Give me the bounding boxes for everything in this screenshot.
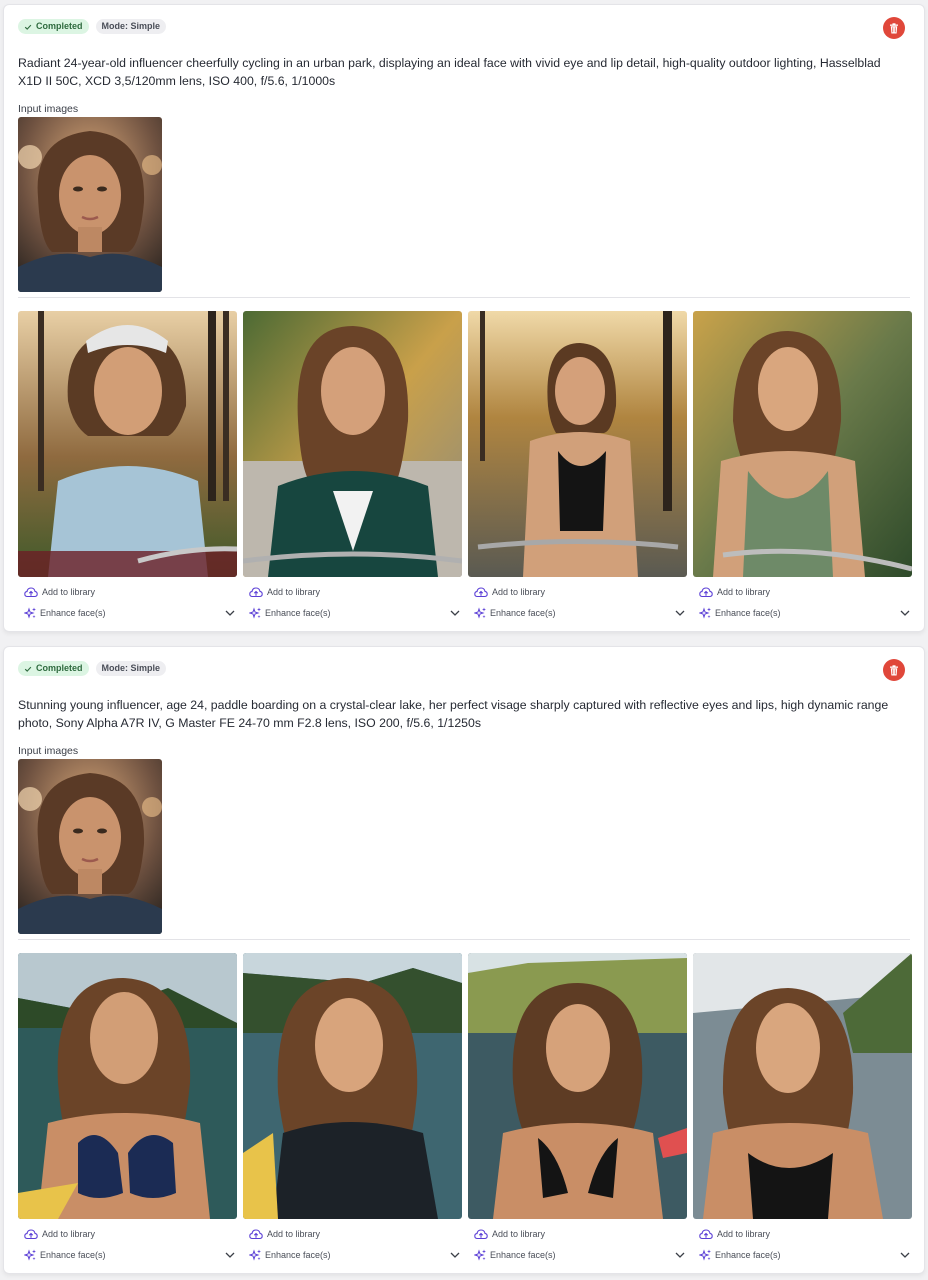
sparkles-icon: [249, 1249, 262, 1261]
job-badges: Completed Mode: Simple: [18, 19, 167, 34]
add-to-library-button[interactable]: Add to library: [693, 1227, 912, 1241]
sparkles-icon: [24, 607, 37, 619]
cloud-upload-icon: [249, 1228, 263, 1240]
cloud-upload-icon: [249, 586, 263, 598]
chevron-down-icon[interactable]: [448, 1248, 462, 1262]
job-card: Completed Mode: Simple Stunning young in…: [3, 646, 925, 1274]
enhance-faces-dropdown[interactable]: Enhance face(s): [243, 606, 462, 620]
prompt-text: Stunning young influencer, age 24, paddl…: [18, 698, 889, 730]
chevron-down-icon[interactable]: [898, 606, 912, 620]
input-image[interactable]: [18, 117, 162, 292]
prompt-text: Radiant 24-year-old influencer cheerfull…: [18, 56, 881, 88]
delete-button[interactable]: [883, 17, 905, 39]
output-item: Add to library Enhance face(s): [468, 311, 687, 620]
output-grid: Add to library Enhance face(s) Add to li…: [18, 953, 912, 1262]
status-badge: Completed: [18, 19, 89, 34]
add-to-library-button[interactable]: Add to library: [18, 585, 237, 599]
job-badges: Completed Mode: Simple: [18, 661, 167, 676]
cloud-upload-icon: [24, 586, 38, 598]
sparkles-icon: [249, 607, 262, 619]
add-to-library-button[interactable]: Add to library: [468, 1227, 687, 1241]
enhance-faces-dropdown[interactable]: Enhance face(s): [693, 606, 912, 620]
chevron-down-icon[interactable]: [898, 1248, 912, 1262]
output-item: Add to library Enhance face(s): [468, 953, 687, 1262]
output-grid: Add to library Enhance face(s) Add to li…: [18, 311, 912, 620]
output-image[interactable]: [468, 311, 687, 577]
output-image[interactable]: [468, 953, 687, 1219]
input-images-label: Input images: [18, 745, 79, 757]
chevron-down-icon[interactable]: [448, 606, 462, 620]
chevron-down-icon[interactable]: [673, 606, 687, 620]
trash-icon: [889, 22, 899, 34]
trash-icon: [889, 664, 899, 676]
output-image[interactable]: [18, 953, 237, 1219]
sparkles-icon: [24, 1249, 37, 1261]
chevron-down-icon[interactable]: [223, 606, 237, 620]
input-images-label: Input images: [18, 103, 79, 115]
sparkles-icon: [699, 607, 712, 619]
cloud-upload-icon: [24, 1228, 38, 1240]
cloud-upload-icon: [474, 1228, 488, 1240]
enhance-faces-dropdown[interactable]: Enhance face(s): [243, 1248, 462, 1262]
output-item: Add to library Enhance face(s): [18, 953, 237, 1262]
cloud-upload-icon: [699, 586, 713, 598]
section-divider: [18, 297, 910, 298]
mode-badge: Mode: Simple: [95, 19, 167, 34]
add-to-library-button[interactable]: Add to library: [243, 585, 462, 599]
output-image[interactable]: [693, 311, 912, 577]
input-image[interactable]: [18, 759, 162, 934]
add-to-library-button[interactable]: Add to library: [243, 1227, 462, 1241]
add-to-library-button[interactable]: Add to library: [468, 585, 687, 599]
output-image[interactable]: [243, 311, 462, 577]
add-to-library-button[interactable]: Add to library: [693, 585, 912, 599]
delete-button[interactable]: [883, 659, 905, 681]
check-icon: [24, 23, 32, 31]
cloud-upload-icon: [474, 586, 488, 598]
output-image[interactable]: [243, 953, 462, 1219]
sparkles-icon: [474, 1249, 487, 1261]
job-card: Completed Mode: Simple Radiant 24-year-o…: [3, 4, 925, 632]
add-to-library-button[interactable]: Add to library: [18, 1227, 237, 1241]
output-image[interactable]: [693, 953, 912, 1219]
chevron-down-icon[interactable]: [673, 1248, 687, 1262]
output-item: Add to library Enhance face(s): [243, 311, 462, 620]
output-item: Add to library Enhance face(s): [18, 311, 237, 620]
output-image[interactable]: [18, 311, 237, 577]
chevron-down-icon[interactable]: [223, 1248, 237, 1262]
check-icon: [24, 665, 32, 673]
enhance-faces-dropdown[interactable]: Enhance face(s): [468, 1248, 687, 1262]
output-item: Add to library Enhance face(s): [693, 311, 912, 620]
status-badge: Completed: [18, 661, 89, 676]
section-divider: [18, 939, 910, 940]
mode-badge: Mode: Simple: [95, 661, 167, 676]
output-item: Add to library Enhance face(s): [243, 953, 462, 1262]
enhance-faces-dropdown[interactable]: Enhance face(s): [693, 1248, 912, 1262]
sparkles-icon: [474, 607, 487, 619]
output-item: Add to library Enhance face(s): [693, 953, 912, 1262]
cloud-upload-icon: [699, 1228, 713, 1240]
sparkles-icon: [699, 1249, 712, 1261]
enhance-faces-dropdown[interactable]: Enhance face(s): [468, 606, 687, 620]
enhance-faces-dropdown[interactable]: Enhance face(s): [18, 606, 237, 620]
enhance-faces-dropdown[interactable]: Enhance face(s): [18, 1248, 237, 1262]
